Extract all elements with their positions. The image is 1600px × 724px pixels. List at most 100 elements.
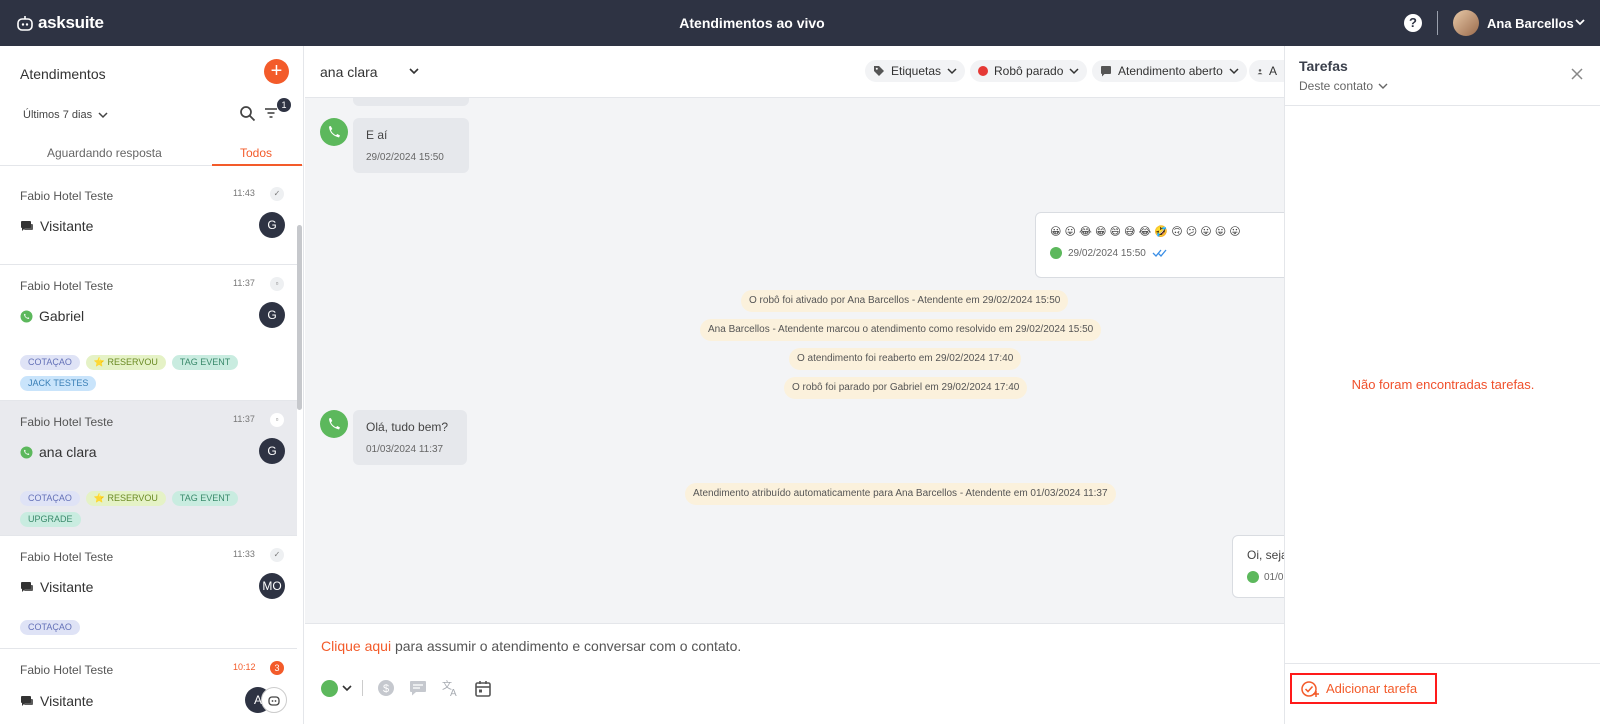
- chevron-down-icon: [342, 685, 352, 692]
- message-bubble-partial: [353, 98, 469, 106]
- tags-dropdown[interactable]: Etiquetas: [865, 60, 966, 82]
- contact-name: Visitante: [40, 693, 94, 709]
- conversation-time: 11:37: [233, 278, 255, 288]
- take-over-link[interactable]: Clique aqui: [321, 638, 391, 654]
- tasks-empty-message: Não foram encontradas tarefas.: [1351, 377, 1535, 392]
- tag-badge: COTAÇAO: [20, 491, 80, 506]
- tag-badge: JACK TESTES: [20, 376, 97, 391]
- conversation-company: Fabio Hotel Teste: [20, 663, 114, 677]
- status-message-icon: ▫: [270, 277, 284, 291]
- whatsapp-icon: [320, 118, 348, 146]
- tag-list: COTAÇAO ⭐ RESERVOU TAG EVENT JACK TESTES: [20, 355, 260, 391]
- agent-avatar: G: [259, 302, 285, 328]
- filter-icon[interactable]: [264, 106, 278, 120]
- conversation-time: 11:37: [233, 414, 255, 424]
- tag-badge: TAG EVENT: [171, 491, 239, 506]
- tab-all[interactable]: Todos: [212, 142, 302, 166]
- status-check-icon: ✓: [270, 187, 284, 201]
- conversations-sidebar: Atendimentos + Últimos 7 dias 1 Aguardan…: [0, 46, 304, 724]
- double-check-icon: [1152, 249, 1167, 257]
- contact-name: ana clara: [39, 444, 97, 460]
- tasks-footer-divider: [1285, 663, 1600, 664]
- whatsapp-icon: [320, 410, 348, 438]
- tag-list: COTAÇAO ⭐ RESERVOU TAG EVENT UPGRADE: [20, 491, 260, 527]
- message-time: 29/02/2024 15:50: [1068, 247, 1146, 259]
- agent-dropdown[interactable]: A: [1249, 60, 1285, 82]
- system-note: O robô foi parado por Gabriel em 29/02/2…: [784, 377, 1028, 399]
- conversation-company: Fabio Hotel Teste: [20, 189, 114, 203]
- conversation-time: 11:43: [233, 188, 255, 198]
- close-icon[interactable]: [1571, 68, 1583, 80]
- chevron-down-icon: [947, 68, 957, 75]
- whatsapp-icon: [1050, 247, 1062, 259]
- robot-stopped-indicator: [978, 66, 988, 76]
- toolbar-divider: [362, 680, 363, 696]
- message-icon: [1101, 66, 1111, 77]
- user-avatar[interactable]: [1453, 10, 1479, 36]
- message-text: E aí: [366, 128, 388, 142]
- translate-icon[interactable]: 文A: [441, 679, 461, 697]
- conversation-contact: Visitante: [20, 218, 93, 234]
- chevron-down-icon[interactable]: [408, 65, 420, 77]
- tasks-filter-label: Deste contato: [1299, 79, 1374, 93]
- agent-label: A: [1268, 64, 1277, 78]
- tasks-filter-select[interactable]: Deste contato: [1299, 79, 1388, 93]
- add-task-button[interactable]: Adicionar tarefa: [1290, 673, 1437, 704]
- incoming-message: Olá, tudo bem? 01/03/2024 11:37: [353, 410, 467, 465]
- tasks-divider: [1285, 105, 1600, 106]
- message-footer: 29/02/2024 15:50: [1050, 247, 1280, 259]
- user-menu-chevron-icon[interactable]: [1574, 14, 1586, 30]
- robot-status-dropdown[interactable]: Robô parado: [970, 60, 1088, 82]
- person-icon: [1257, 68, 1263, 74]
- chat-contact-name[interactable]: ana clara: [320, 64, 378, 80]
- chevron-down-icon: [1229, 68, 1239, 75]
- period-select[interactable]: Últimos 7 dias: [23, 109, 108, 121]
- message-text: 😀 😛 😂 😁 😄 😅 😂 🤣 🙃 😕 😛 😛 😛: [1050, 226, 1241, 238]
- message-time: 01/03/2024 11:37: [366, 444, 444, 455]
- conversation-contact: Gabriel: [20, 308, 84, 324]
- page-title: Atendimentos ao vivo: [679, 15, 825, 31]
- system-note: O atendimento foi reaberto em 29/02/2024…: [789, 348, 1022, 370]
- quick-reply-icon[interactable]: [409, 680, 427, 696]
- attendance-status-dropdown[interactable]: Atendimento aberto: [1092, 60, 1247, 82]
- contact-name: Visitante: [40, 579, 94, 595]
- help-icon[interactable]: ?: [1404, 14, 1422, 32]
- take-over-text: para assumir o atendimento e conversar c…: [391, 638, 742, 654]
- chat-icon: [21, 220, 33, 231]
- message-text: Olá, tudo bem?: [366, 420, 449, 434]
- top-bar: asksuite Atendimentos ao vivo ? Ana Barc…: [0, 0, 1600, 46]
- channel-select[interactable]: [321, 679, 363, 697]
- chat-icon: [21, 581, 33, 592]
- add-task-label: Adicionar tarefa: [1326, 681, 1418, 696]
- conversation-contact: ana clara: [20, 444, 97, 460]
- tab-waiting[interactable]: Aguardando resposta: [47, 146, 162, 160]
- message-composer: Clique aqui para assumir o atendimento e…: [305, 623, 1285, 724]
- user-name[interactable]: Ana Barcellos: [1487, 16, 1574, 31]
- calendar-icon[interactable]: [475, 680, 491, 697]
- conversation-contact: Visitante: [20, 693, 93, 709]
- payment-icon[interactable]: $: [377, 679, 395, 697]
- conversation-item[interactable]: Fabio Hotel Teste 11:37 ▫ Gabriel G COTA…: [0, 265, 297, 401]
- message-time: 29/02/2024 15:50: [366, 152, 444, 163]
- chat-messages-area[interactable]: E aí 29/02/2024 15:50 😀 😛 😂 😁 😄 😅 😂 🤣 🙃 …: [305, 98, 1285, 623]
- conversation-list: Fabio Hotel Teste 11:43 ✓ Visitante G Fa…: [0, 175, 297, 724]
- message-footer: 01/0: [1247, 571, 1285, 583]
- conversation-time: 11:33: [233, 549, 255, 559]
- tag-icon: [874, 66, 884, 76]
- conversation-company: Fabio Hotel Teste: [20, 279, 114, 293]
- outgoing-message: 😀 😛 😂 😁 😄 😅 😂 🤣 🙃 😕 😛 😛 😛 29/02/2024 15:…: [1035, 212, 1285, 278]
- contact-name: Gabriel: [39, 308, 85, 324]
- robot-status-label: Robô parado: [994, 64, 1064, 78]
- search-icon[interactable]: [239, 105, 256, 122]
- conversation-item-selected[interactable]: Fabio Hotel Teste 11:37 ▫ ana clara G CO…: [0, 401, 297, 536]
- sidebar-scrollbar[interactable]: [297, 225, 302, 410]
- tag-badge: COTAÇAO: [20, 620, 80, 635]
- conversation-item[interactable]: Fabio Hotel Teste 10:12 3 Visitante A: [0, 649, 297, 724]
- contact-name: Visitante: [40, 218, 94, 234]
- message-text: Oi, seja: [1247, 548, 1285, 562]
- conversation-item[interactable]: Fabio Hotel Teste 11:33 ✓ Visitante MO C…: [0, 536, 297, 649]
- new-conversation-button[interactable]: +: [264, 59, 289, 84]
- tag-badge: UPGRADE: [20, 512, 81, 527]
- top-divider: [1437, 11, 1438, 35]
- conversation-item[interactable]: Fabio Hotel Teste 11:43 ✓ Visitante G: [0, 175, 297, 265]
